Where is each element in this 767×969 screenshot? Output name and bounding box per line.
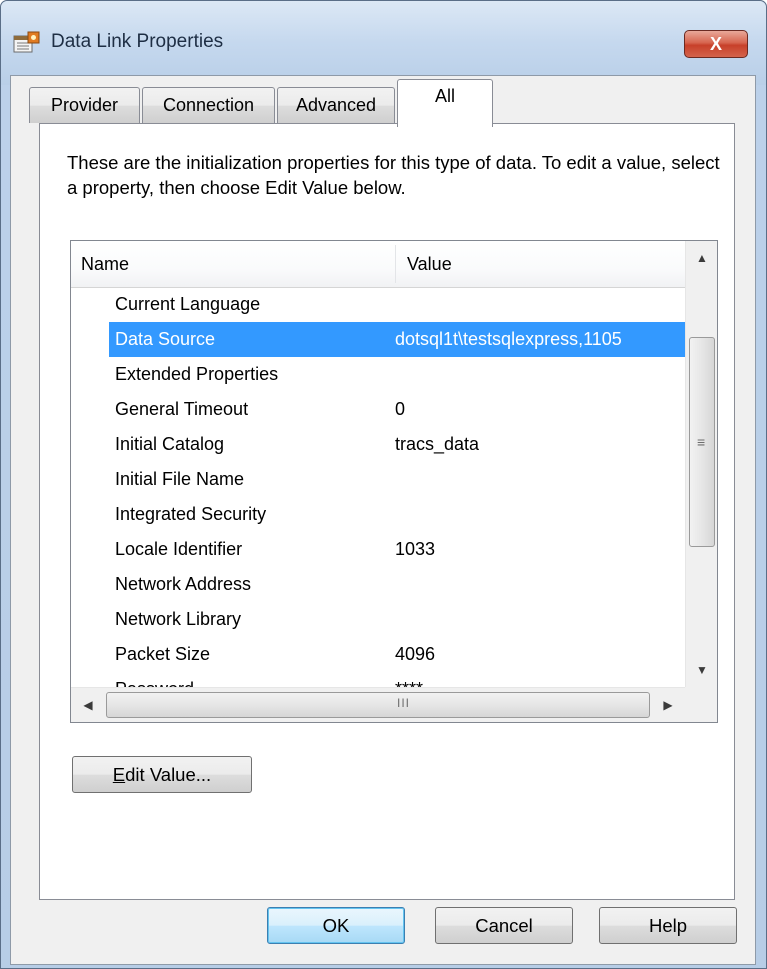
- tab-all[interactable]: All: [397, 79, 493, 127]
- property-name: Network Library: [115, 609, 242, 629]
- dialog-client-area: Provider Connection Advanced All These a…: [10, 75, 756, 965]
- property-list[interactable]: Name Value Current Language Data Source d…: [70, 240, 718, 723]
- column-header-value[interactable]: Value: [407, 254, 452, 275]
- tab-connection[interactable]: Connection: [142, 87, 275, 123]
- property-name: General Timeout: [115, 399, 249, 419]
- property-value: dotsql1t\testsqlexpress,1105: [395, 329, 622, 349]
- scroll-left-arrow-icon[interactable]: ◀: [71, 688, 105, 722]
- property-name: Network Address: [115, 574, 252, 594]
- dialog-window: Data Link Properties X Provider Connecti…: [0, 0, 767, 969]
- property-name: Data Source: [115, 329, 216, 349]
- scroll-up-arrow-icon[interactable]: ▲: [686, 241, 717, 275]
- scroll-grip-icon: ≡: [697, 434, 706, 450]
- property-value: 1033: [395, 539, 436, 559]
- tab-panel-all: These are the initialization properties …: [39, 123, 735, 900]
- list-row[interactable]: Network Library: [71, 602, 685, 637]
- property-value: 4096: [395, 644, 436, 664]
- close-button[interactable]: X: [684, 30, 748, 58]
- description-text: These are the initialization properties …: [67, 152, 720, 198]
- list-row[interactable]: Current Language: [71, 287, 685, 322]
- list-row[interactable]: Network Address: [71, 567, 685, 602]
- list-row[interactable]: General Timeout 0: [71, 392, 685, 427]
- property-name: Extended Properties: [115, 364, 279, 384]
- close-icon: X: [709, 34, 722, 54]
- tab-label: Provider: [50, 95, 119, 115]
- horizontal-scroll-thumb[interactable]: III: [106, 692, 650, 718]
- cancel-button[interactable]: Cancel: [435, 907, 573, 944]
- button-label: Cancel: [475, 915, 533, 936]
- vertical-scrollbar[interactable]: ▲ ≡ ▼: [685, 241, 717, 687]
- button-label: Help: [648, 915, 688, 936]
- property-name: Current Language: [115, 294, 261, 314]
- button-label: OK: [322, 915, 350, 936]
- tab-provider[interactable]: Provider: [29, 87, 140, 123]
- list-row[interactable]: Initial File Name: [71, 462, 685, 497]
- scroll-right-arrow-icon[interactable]: ▶: [651, 688, 685, 722]
- column-divider[interactable]: [395, 245, 396, 283]
- property-name: Packet Size: [115, 644, 211, 664]
- mnemonic-letter: E: [112, 764, 126, 785]
- property-name: Locale Identifier: [115, 539, 243, 559]
- edit-value-button[interactable]: Edit Value...: [72, 756, 252, 793]
- scroll-down-arrow-icon[interactable]: ▼: [686, 653, 717, 687]
- tab-label: All: [434, 86, 455, 106]
- property-value: tracs_data: [395, 434, 480, 454]
- list-row[interactable]: Locale Identifier 1033: [71, 532, 685, 567]
- horizontal-scrollbar[interactable]: ◀ III ▶: [71, 687, 685, 722]
- list-row[interactable]: Packet Size 4096: [71, 637, 685, 672]
- vertical-scroll-thumb[interactable]: ≡: [689, 337, 715, 547]
- property-name: Initial File Name: [115, 469, 245, 489]
- tab-advanced[interactable]: Advanced: [277, 87, 395, 123]
- list-row[interactable]: Integrated Security: [71, 497, 685, 532]
- property-value: 0: [395, 399, 406, 419]
- help-button[interactable]: Help: [599, 907, 737, 944]
- list-row-selected[interactable]: Data Source dotsql1t\testsqlexpress,1105: [71, 322, 685, 357]
- button-label: dit Value...: [125, 764, 212, 785]
- property-name: Integrated Security: [115, 504, 267, 524]
- ok-button[interactable]: OK: [267, 907, 405, 944]
- scroll-grip-icon: III: [397, 696, 411, 710]
- scrollbar-corner: [685, 687, 717, 722]
- list-row[interactable]: Initial Catalog tracs_data: [71, 427, 685, 462]
- title-bar[interactable]: Data Link Properties X: [1, 1, 766, 85]
- tab-label: Connection: [162, 95, 255, 115]
- column-header-name[interactable]: Name: [81, 254, 129, 275]
- window-title: Data Link Properties: [51, 31, 224, 52]
- data-link-icon: [13, 31, 40, 53]
- tab-label: Advanced: [295, 95, 377, 115]
- list-row[interactable]: Extended Properties: [71, 357, 685, 392]
- property-name: Initial Catalog: [115, 434, 225, 454]
- list-header: Name Value: [71, 241, 685, 288]
